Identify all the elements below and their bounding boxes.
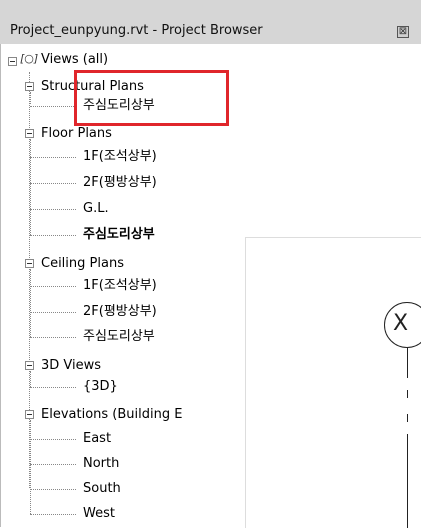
tree-leaf-elevation[interactable]: South [81, 479, 123, 499]
tree-leaf-ceiling-plan[interactable]: 주심도리상부 [81, 327, 157, 347]
grid-line [407, 434, 408, 528]
tree-leaf-elevation[interactable]: East [81, 429, 113, 449]
tree-connector [30, 420, 31, 514]
tree-connector [30, 106, 76, 107]
tree-connector [30, 209, 76, 210]
grid-line [407, 414, 408, 422]
tree-leaf-floor-plan[interactable]: 2F(평방상부) [81, 173, 159, 193]
grid-line [407, 348, 408, 378]
tree-leaf-floor-plan[interactable]: 1F(조석상부) [81, 147, 159, 167]
drawing-canvas: X [245, 237, 421, 528]
collapse-icon[interactable] [25, 361, 34, 370]
tree-connector [30, 337, 76, 338]
collapse-icon[interactable] [25, 410, 34, 419]
views-icon: [○] [20, 52, 39, 65]
highlight-box [74, 70, 229, 126]
collapse-icon[interactable] [25, 259, 34, 268]
tree-connector [30, 157, 76, 158]
tree-node-floor-plans[interactable]: Floor Plans [39, 124, 114, 144]
tree-node-elevations[interactable]: Elevations (Building E [39, 405, 184, 425]
tree-connector [30, 312, 76, 313]
project-browser-titlebar: Project_eunpyung.rvt - Project Browser ⊠ [0, 0, 421, 44]
tree-connector [30, 235, 76, 236]
window-title: Project_eunpyung.rvt - Project Browser [10, 23, 263, 38]
tree-leaf-ceiling-plan[interactable]: 2F(평방상부) [81, 302, 159, 322]
tree-leaf-ceiling-plan[interactable]: 1F(조석상부) [81, 276, 159, 296]
collapse-icon[interactable] [8, 57, 17, 66]
tree-connector [30, 183, 76, 184]
tree-leaf-3d-view[interactable]: {3D} [81, 377, 120, 397]
tree-leaf-floor-plan-active[interactable]: 주심도리상부 [81, 225, 157, 245]
tree-node-ceiling-plans[interactable]: Ceiling Plans [39, 254, 126, 274]
tree-connector [30, 387, 76, 388]
tree-node-3d-views[interactable]: 3D Views [39, 356, 103, 376]
tree-connector [30, 139, 31, 235]
tree-leaf-floor-plan[interactable]: G.L. [81, 199, 111, 219]
tree-connector [30, 286, 76, 287]
tree-connector [30, 371, 31, 387]
tree-connector [30, 92, 31, 104]
tree-connector [30, 464, 76, 465]
grid-bubble: X [384, 302, 421, 348]
collapse-icon[interactable] [25, 129, 34, 138]
grid-line [407, 390, 408, 398]
tree-connector [30, 514, 76, 515]
close-icon[interactable]: ⊠ [397, 26, 409, 38]
tree-leaf-elevation[interactable]: North [81, 454, 121, 474]
tree-node-views-all[interactable]: Views (all) [39, 50, 110, 70]
tree-leaf-elevation[interactable]: West [81, 504, 117, 524]
collapse-icon[interactable] [25, 82, 34, 91]
tree-connector [30, 489, 76, 490]
tree-connector [30, 439, 76, 440]
tree-connector [30, 269, 31, 337]
